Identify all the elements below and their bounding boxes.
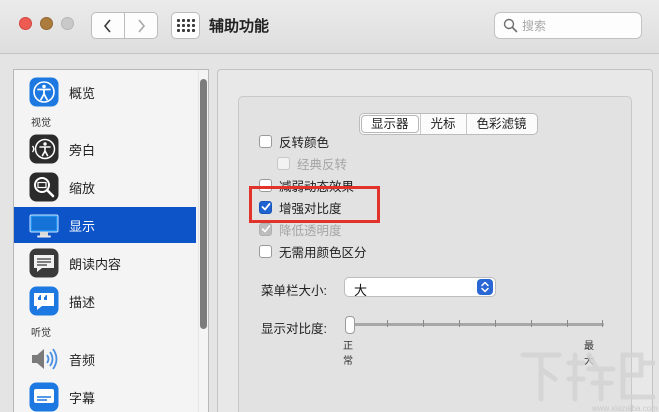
back-button[interactable] [91, 12, 125, 39]
show-all-button[interactable] [171, 12, 200, 39]
minimize-window-button[interactable] [40, 17, 53, 30]
tab-color-filters[interactable]: 色彩滤镜 [465, 114, 537, 134]
slider-tick [423, 320, 424, 327]
sidebar-item-voiceover[interactable]: 旁白 [14, 131, 196, 167]
sidebar-item-label: 旁白 [69, 143, 96, 158]
descriptions-icon [29, 286, 59, 316]
checkmark-icon [261, 225, 270, 233]
option-label: 经典反转 [297, 157, 348, 172]
chevron-left-icon [103, 18, 111, 33]
chevron-right-icon [138, 18, 146, 33]
grid-icon [176, 19, 180, 22]
speech-bubble-icon [29, 248, 59, 278]
title-bar: 辅助功能 [0, 0, 659, 54]
option-label: 反转颜色 [279, 135, 330, 150]
sidebar-section-hearing: 听觉 [31, 328, 51, 339]
sidebar-item-label: 缩放 [69, 181, 96, 196]
search-input[interactable] [522, 17, 634, 35]
display-contrast-label: 显示对比度: [261, 322, 327, 336]
zoom-window-button[interactable] [61, 17, 74, 30]
sidebar: 概览 视觉 旁白 缩放 显示 朗读内容 描述 听觉 音频 字幕 [13, 69, 209, 412]
sidebar-item-label: 描述 [69, 295, 96, 310]
tab-bar: 显示器 光标 色彩滤镜 [359, 113, 538, 135]
differentiate-without-color-option[interactable]: 无需用颜色区分 [259, 242, 367, 260]
voiceover-icon [29, 134, 59, 164]
slider-track[interactable] [350, 323, 604, 326]
slider-tick [531, 320, 532, 327]
tab-display[interactable]: 显示器 [361, 115, 419, 133]
forward-button[interactable] [124, 12, 158, 39]
sidebar-section-vision: 视觉 [31, 118, 51, 129]
updown-chevron-icon [477, 279, 493, 295]
slider-tick [459, 320, 460, 327]
zoom-icon [29, 172, 59, 202]
invert-colors-checkbox[interactable] [259, 134, 272, 148]
menubar-size-popup[interactable]: 大 [344, 277, 496, 298]
option-label: 无需用颜色区分 [279, 245, 367, 260]
sidebar-item-spoken-content[interactable]: 朗读内容 [14, 245, 196, 281]
sidebar-item-display[interactable]: 显示 [14, 207, 196, 243]
speaker-icon [32, 348, 58, 370]
menubar-size-value: 大 [354, 283, 368, 298]
highlight-box [249, 186, 380, 223]
sidebar-item-label: 显示 [69, 219, 96, 234]
search-icon [503, 18, 518, 33]
sidebar-item-overview[interactable]: 概览 [14, 74, 196, 110]
sidebar-item-captions[interactable]: 字幕 [14, 379, 196, 412]
slider-tick [567, 320, 568, 327]
reduce-transparency-checkbox [259, 222, 272, 236]
accessibility-icon [29, 77, 59, 107]
slider-knob[interactable] [345, 316, 355, 334]
sidebar-item-descriptions[interactable]: 描述 [14, 283, 196, 319]
invert-colors-option[interactable]: 反转颜色 [259, 132, 329, 150]
sidebar-item-audio[interactable]: 音频 [14, 341, 196, 377]
watermark-logo [520, 352, 656, 402]
slider-tick [602, 320, 603, 327]
sidebar-item-label: 音频 [69, 353, 96, 368]
window-title: 辅助功能 [209, 18, 270, 35]
differentiate-without-color-checkbox[interactable] [259, 244, 272, 258]
tab-cursor[interactable]: 光标 [419, 114, 466, 134]
close-window-button[interactable] [19, 17, 32, 30]
sidebar-item-zoom[interactable]: 缩放 [14, 169, 196, 205]
sidebar-item-label: 字幕 [69, 391, 96, 406]
slider-tick [387, 320, 388, 327]
captions-icon [29, 382, 59, 412]
watermark-url: www.xiazaiba.com [592, 404, 658, 412]
sidebar-item-label: 朗读内容 [69, 257, 122, 272]
menubar-size-label: 菜单栏大小: [261, 284, 327, 298]
slider-tick [495, 320, 496, 327]
contrast-min-label: 正常 [343, 341, 353, 367]
search-field[interactable] [494, 12, 642, 39]
classic-invert-option: 经典反转 [277, 154, 347, 172]
sidebar-scroll-thumb[interactable] [200, 79, 207, 329]
display-icon [29, 214, 59, 238]
classic-invert-checkbox [277, 156, 290, 170]
sidebar-item-label: 概览 [69, 86, 96, 101]
